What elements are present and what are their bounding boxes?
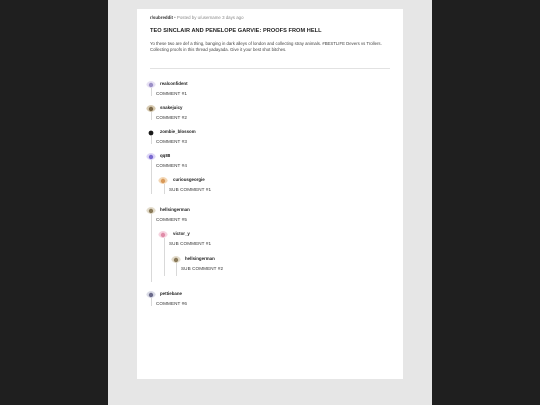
avatar[interactable] bbox=[146, 126, 156, 136]
comment-text: COMMENT #1 bbox=[156, 91, 188, 96]
comment-username[interactable]: qq88 bbox=[160, 153, 170, 158]
comment-text: COMMENT #2 bbox=[156, 115, 188, 120]
comment-text: COMMENT #6 bbox=[156, 301, 188, 306]
comment-username[interactable]: hellsingerman bbox=[185, 256, 215, 261]
thread-line bbox=[176, 262, 177, 276]
avatar[interactable] bbox=[146, 78, 156, 88]
thread-line bbox=[151, 298, 152, 306]
avatar[interactable] bbox=[158, 228, 168, 238]
comment-text: SUB COMMENT #2 bbox=[181, 266, 224, 271]
thread-line bbox=[151, 88, 152, 96]
comment-text: SUB COMMENT #1 bbox=[169, 241, 212, 246]
comment-username[interactable]: snakejuicy bbox=[160, 105, 182, 110]
comment-username[interactable]: curiousgeorgie bbox=[173, 177, 205, 182]
thread-line bbox=[151, 214, 152, 282]
post-card bbox=[137, 9, 403, 379]
post-body: Yo these two are def a thing, banging in… bbox=[150, 41, 382, 53]
comment-text: COMMENT #4 bbox=[156, 163, 188, 168]
subreddit-link[interactable]: r/subreddit bbox=[150, 15, 173, 20]
comment-username[interactable]: zombie_blossom bbox=[160, 129, 196, 134]
thread-line bbox=[151, 136, 152, 144]
comment-username[interactable]: pettiebane bbox=[160, 291, 182, 296]
avatar[interactable] bbox=[146, 204, 156, 214]
comment-username[interactable]: victor_y bbox=[173, 231, 190, 236]
comment-username[interactable]: realconfident bbox=[160, 81, 188, 86]
comment-text: SUB COMMENT #1 bbox=[169, 187, 212, 192]
thread-line bbox=[151, 112, 152, 120]
divider bbox=[150, 68, 390, 69]
comment-text: COMMENT #3 bbox=[156, 139, 188, 144]
avatar[interactable] bbox=[146, 288, 156, 298]
avatar[interactable] bbox=[158, 174, 168, 184]
posted-by: • Posted by u/username 3 days ago bbox=[172, 15, 244, 20]
thread-line bbox=[151, 160, 152, 194]
thread-line bbox=[164, 238, 165, 276]
comment-text: COMMENT #5 bbox=[156, 217, 188, 222]
comment-username[interactable]: hellsingerman bbox=[160, 207, 190, 212]
thread-line bbox=[164, 184, 165, 194]
post-meta: r/subreddit • Posted by u/username 3 day… bbox=[150, 15, 244, 20]
avatar[interactable] bbox=[171, 253, 181, 263]
post-title[interactable]: TEO SINCLAIR AND PENELOPE GARVIE: PROOFS… bbox=[150, 28, 322, 34]
avatar[interactable] bbox=[146, 102, 156, 112]
avatar[interactable] bbox=[146, 150, 156, 160]
